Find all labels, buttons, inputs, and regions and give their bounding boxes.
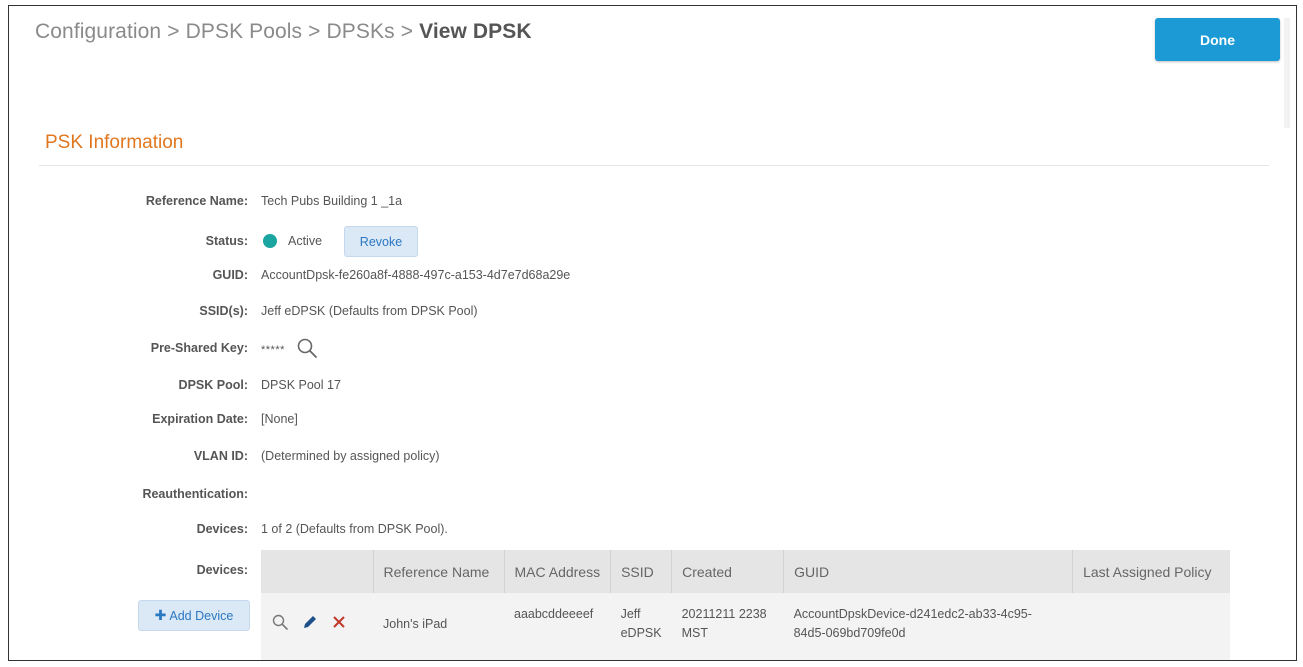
expiration-value: [None] bbox=[261, 412, 298, 426]
row-actions bbox=[261, 593, 373, 660]
scroll-track bbox=[1284, 18, 1290, 128]
vlan-label: VLAN ID: bbox=[193, 449, 248, 463]
page-frame: Configuration > DPSK Pools > DPSKs > View DPSK… bbox=[8, 5, 1297, 661]
guid-value: AccountDpsk-fe260a8f-4888-497c-a153-4d7e… bbox=[261, 268, 571, 282]
breadcrumb: Configuration > DPSK Pools > DPSKs > View DPSK bbox=[35, 20, 532, 44]
cell-guid-line1: AccountDpskDevice-d241edc2-ab33-4c95- bbox=[793, 607, 1032, 621]
cell-reference-name: John's iPad bbox=[373, 593, 504, 660]
breadcrumb-dpsk-pools[interactable]: DPSK Pools bbox=[186, 20, 303, 43]
reauthentication-label: Reauthentication: bbox=[142, 487, 248, 501]
cell-guid-line2: 84d5-069bd709fe0d bbox=[793, 626, 906, 640]
add-device-label: Add Device bbox=[169, 608, 234, 623]
ssids-value: Jeff eDPSK (Defaults from DPSK Pool) bbox=[261, 304, 478, 318]
devices-table-label: Devices: bbox=[196, 563, 248, 577]
ssids-label: SSID(s): bbox=[199, 304, 248, 318]
devices-count-label: Devices: bbox=[196, 522, 248, 536]
column-header-created[interactable]: Created bbox=[671, 550, 785, 593]
reference-name-label: Reference Name: bbox=[145, 194, 248, 208]
column-header-reference-name[interactable]: Reference Name bbox=[373, 550, 505, 593]
status-value: Active bbox=[288, 234, 323, 248]
breadcrumb-dpsks[interactable]: DPSKs bbox=[327, 20, 395, 43]
column-header-actions bbox=[261, 550, 374, 593]
section-title: PSK Information bbox=[45, 132, 184, 153]
column-header-mac-address[interactable]: MAC Address bbox=[504, 550, 612, 593]
dpsk-pool-value: DPSK Pool 17 bbox=[261, 378, 341, 392]
done-button[interactable]: Done bbox=[1155, 18, 1280, 61]
add-device-button[interactable]: ✚ Add Device bbox=[138, 600, 250, 631]
status-active-dot bbox=[263, 234, 277, 248]
breadcrumb-separator: > bbox=[400, 20, 414, 43]
cell-ssid: Jeff eDPSK bbox=[610, 593, 672, 660]
revoke-button[interactable]: Revoke bbox=[344, 226, 418, 257]
cell-created: 20211211 2238 MST bbox=[671, 593, 784, 660]
cell-created-line2: MST bbox=[681, 626, 708, 640]
psk-masked-value: ***** bbox=[261, 344, 285, 356]
column-header-guid[interactable]: GUID bbox=[783, 550, 1074, 593]
column-header-ssid[interactable]: SSID bbox=[610, 550, 673, 593]
column-header-last-assigned-policy[interactable]: Last Assigned Policy bbox=[1072, 550, 1230, 593]
cell-guid: AccountDpskDevice-d241edc2-ab33-4c95- 84… bbox=[783, 593, 1073, 660]
cell-ssid-line1: Jeff bbox=[620, 607, 641, 621]
search-icon[interactable] bbox=[296, 337, 318, 359]
breadcrumb-configuration[interactable]: Configuration bbox=[35, 20, 161, 43]
cell-ssid-line2: eDPSK bbox=[620, 626, 662, 640]
section-divider bbox=[39, 165, 1269, 166]
breadcrumb-current: View DPSK bbox=[419, 20, 532, 43]
edit-pencil-icon[interactable] bbox=[301, 613, 319, 631]
cell-last-assigned-policy bbox=[1072, 593, 1230, 660]
breadcrumb-separator: > bbox=[308, 20, 321, 43]
expiration-label: Expiration Date: bbox=[152, 412, 248, 426]
guid-label: GUID: bbox=[212, 268, 248, 282]
table-row: John's iPad aaabcddeeeef Jeff eDPSK 2021… bbox=[261, 593, 1230, 660]
devices-count-value: 1 of 2 (Defaults from DPSK Pool). bbox=[261, 522, 448, 536]
delete-x-icon[interactable] bbox=[331, 614, 347, 630]
plus-icon: ✚ bbox=[154, 607, 167, 623]
psk-label: Pre-Shared Key: bbox=[150, 341, 248, 355]
vlan-value: (Determined by assigned policy) bbox=[261, 449, 440, 463]
cell-mac-address: aaabcddeeeef bbox=[504, 593, 611, 660]
cell-created-line1: 20211211 2238 bbox=[681, 607, 767, 621]
reference-name-value: Tech Pubs Building 1 _1a bbox=[261, 194, 403, 208]
status-label: Status: bbox=[205, 234, 248, 248]
table-header-row: Reference Name MAC Address SSID Created … bbox=[261, 550, 1230, 593]
devices-table: Reference Name MAC Address SSID Created … bbox=[261, 550, 1230, 660]
breadcrumb-separator: > bbox=[167, 20, 180, 43]
view-search-icon[interactable] bbox=[271, 613, 289, 631]
dpsk-pool-label: DPSK Pool: bbox=[178, 378, 248, 392]
